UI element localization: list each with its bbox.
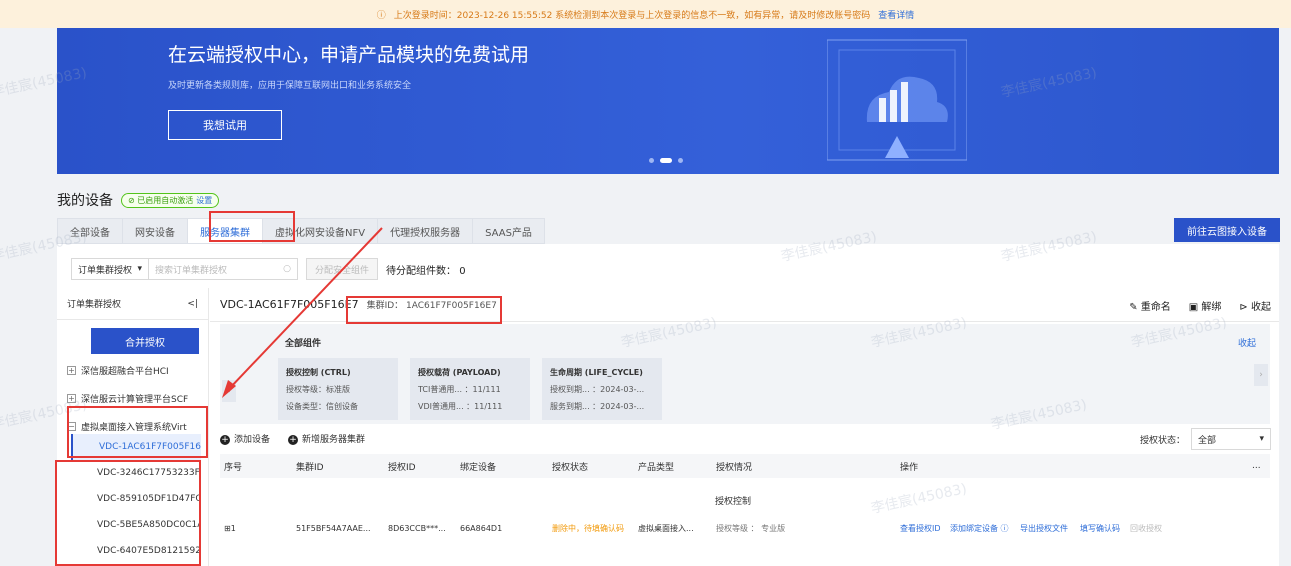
annotation-arrow [222,227,383,398]
